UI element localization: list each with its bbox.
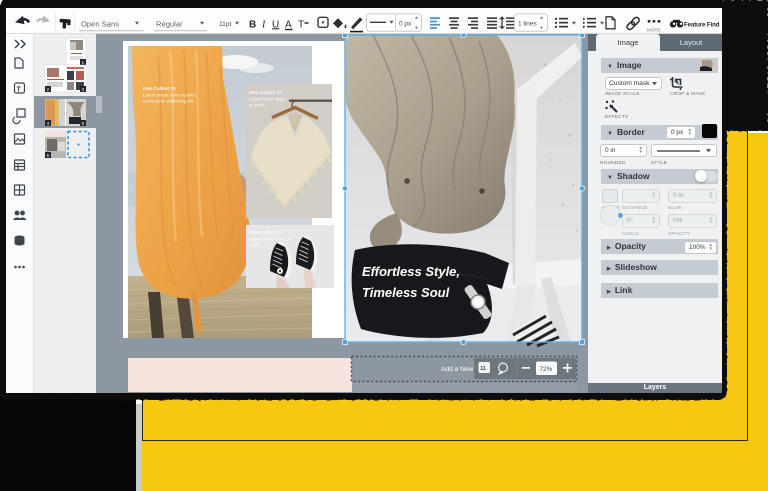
svg-text:T: T — [298, 19, 304, 30]
svg-text:amet.: amet. — [249, 243, 260, 248]
svg-text:U: U — [272, 19, 279, 30]
svg-text:0 px: 0 px — [399, 20, 412, 27]
svg-text:Item Callout #1: Item Callout #1 — [143, 86, 176, 91]
svg-text:MORE: MORE — [647, 27, 661, 32]
svg-text:I: I — [261, 19, 266, 30]
svg-text:sit amet.: sit amet. — [249, 103, 266, 108]
svg-text:Timeless Soul: Timeless Soul — [362, 285, 450, 300]
svg-text:72%: 72% — [540, 366, 553, 373]
svg-text:consectetur adipiscing elit.: consectetur adipiscing elit. — [143, 99, 195, 104]
svg-text:B: B — [249, 19, 256, 30]
svg-text:1 lines: 1 lines — [518, 20, 538, 27]
svg-text:Lorem ipsum dolor sit: Lorem ipsum dolor sit — [249, 237, 292, 242]
svg-text:Item Callout #3: Item Callout #3 — [249, 230, 282, 235]
svg-text:11: 11 — [480, 366, 486, 372]
svg-text:Feature Find: Feature Find — [684, 21, 720, 28]
svg-text:11pt: 11pt — [219, 21, 232, 28]
svg-text:A: A — [285, 19, 292, 30]
svg-text:T: T — [17, 87, 22, 94]
svg-text:Regular: Regular — [156, 19, 183, 28]
svg-text:Open Sans: Open Sans — [81, 19, 119, 28]
svg-text:Lorem ipsum dolor: Lorem ipsum dolor — [249, 97, 286, 102]
svg-text:Effortless Style,: Effortless Style, — [362, 264, 460, 279]
svg-text:Item Callout #2: Item Callout #2 — [249, 90, 282, 95]
svg-text:Lorem ipsum dolor sit amet,: Lorem ipsum dolor sit amet, — [143, 93, 197, 98]
